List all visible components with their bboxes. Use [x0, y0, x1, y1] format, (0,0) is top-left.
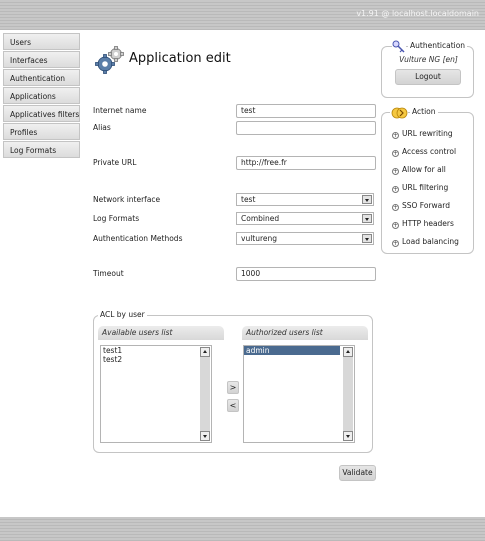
host-label: v1.91 @ localhost.localdomain [356, 9, 479, 18]
sidebar-nav: Users Interfaces Authentication Applicat… [3, 33, 80, 159]
alias-label: Alias [93, 123, 111, 132]
chevron-down-icon[interactable] [362, 195, 372, 204]
auth-methods-select[interactable]: vultureng [236, 232, 374, 245]
bottom-bar [0, 517, 485, 541]
action-arrows-icon [390, 107, 408, 119]
network-interface-value: test [241, 195, 256, 204]
scroll-down-icon[interactable] [200, 431, 210, 441]
action-sso-forward[interactable]: + SSO Forward [392, 201, 450, 211]
action-url-filtering[interactable]: + URL filtering [392, 183, 448, 193]
scrollbar[interactable] [343, 347, 353, 441]
list-item[interactable]: test1 [101, 346, 211, 355]
private-url-input[interactable]: http://free.fr [236, 156, 376, 170]
auth-methods-label: Authentication Methods [93, 234, 183, 243]
auth-panel: Authentication Vulture NG [en] Logout [381, 40, 474, 98]
alias-input[interactable] [236, 121, 376, 135]
sidebar-item-log-formats[interactable]: Log Formats [3, 141, 80, 158]
internet-name-label: Internet name [93, 106, 147, 115]
sidebar-item-applicatives-filters[interactable]: Applicatives filters [3, 105, 80, 122]
log-formats-label: Log Formats [93, 214, 140, 223]
available-users-list[interactable]: test1 test2 [100, 345, 212, 443]
logout-button[interactable]: Logout [395, 69, 461, 85]
scroll-up-icon[interactable] [343, 347, 353, 357]
timeout-label: Timeout [93, 269, 124, 278]
network-interface-label: Network interface [93, 195, 161, 204]
action-http-headers[interactable]: + HTTP headers [392, 219, 454, 229]
action-url-rewriting[interactable]: + URL rewriting [392, 129, 453, 139]
list-item[interactable]: admin [244, 346, 340, 355]
sidebar-item-users[interactable]: Users [3, 33, 80, 50]
available-users-header: Available users list [98, 326, 224, 340]
plus-circle-icon: + [392, 168, 399, 175]
network-interface-select[interactable]: test [236, 193, 374, 206]
action-panel: Action + URL rewriting + Access control + A… [381, 107, 474, 254]
key-icon [392, 40, 406, 54]
chevron-down-icon[interactable] [362, 234, 372, 243]
plus-circle-icon: + [392, 186, 399, 193]
log-formats-select[interactable]: Combined [236, 212, 374, 225]
chevron-down-icon[interactable] [362, 214, 372, 223]
action-label: URL filtering [402, 183, 449, 192]
action-label: Load balancing [402, 237, 459, 246]
plus-circle-icon: + [392, 222, 399, 229]
scrollbar[interactable] [200, 347, 210, 441]
action-load-balancing[interactable]: + Load balancing [392, 237, 459, 247]
authorized-users-header: Authorized users list [242, 326, 368, 340]
action-label: Access control [402, 147, 457, 156]
sidebar-item-authentication[interactable]: Authentication [3, 69, 80, 86]
page-title: Application edit [129, 51, 231, 66]
timeout-input[interactable]: 1000 [236, 267, 376, 281]
action-access-control[interactable]: + Access control [392, 147, 456, 157]
auth-methods-value: vultureng [241, 234, 278, 243]
internet-name-input[interactable]: test [236, 104, 376, 118]
action-label: URL rewriting [402, 129, 453, 138]
private-url-label: Private URL [93, 158, 137, 167]
user-info: Vulture NG [en] [399, 55, 458, 64]
action-label: SSO Forward [402, 201, 450, 210]
remove-user-button[interactable]: < [227, 399, 239, 412]
scroll-up-icon[interactable] [200, 347, 210, 357]
action-legend: Action [410, 107, 438, 116]
gears-icon [95, 46, 124, 74]
authorized-users-list[interactable]: admin [243, 345, 355, 443]
action-label: HTTP headers [402, 219, 454, 228]
plus-circle-icon: + [392, 150, 399, 157]
plus-circle-icon: + [392, 240, 399, 247]
sidebar-item-interfaces[interactable]: Interfaces [3, 51, 80, 68]
sidebar-item-applications[interactable]: Applications [3, 87, 80, 104]
validate-button[interactable]: Validate [339, 465, 376, 481]
acl-legend: ACL by user [98, 310, 147, 319]
list-item[interactable]: test2 [101, 355, 211, 364]
plus-circle-icon: + [392, 204, 399, 211]
plus-circle-icon: + [392, 132, 399, 139]
add-user-button[interactable]: > [227, 381, 239, 394]
sidebar-item-profiles[interactable]: Profiles [3, 123, 80, 140]
top-bar: v1.91 @ localhost.localdomain [0, 0, 485, 30]
action-label: Allow for all [402, 165, 446, 174]
action-allow-for-all[interactable]: + Allow for all [392, 165, 446, 175]
scroll-down-icon[interactable] [343, 431, 353, 441]
log-formats-value: Combined [241, 214, 280, 223]
auth-legend: Authentication [408, 41, 468, 50]
